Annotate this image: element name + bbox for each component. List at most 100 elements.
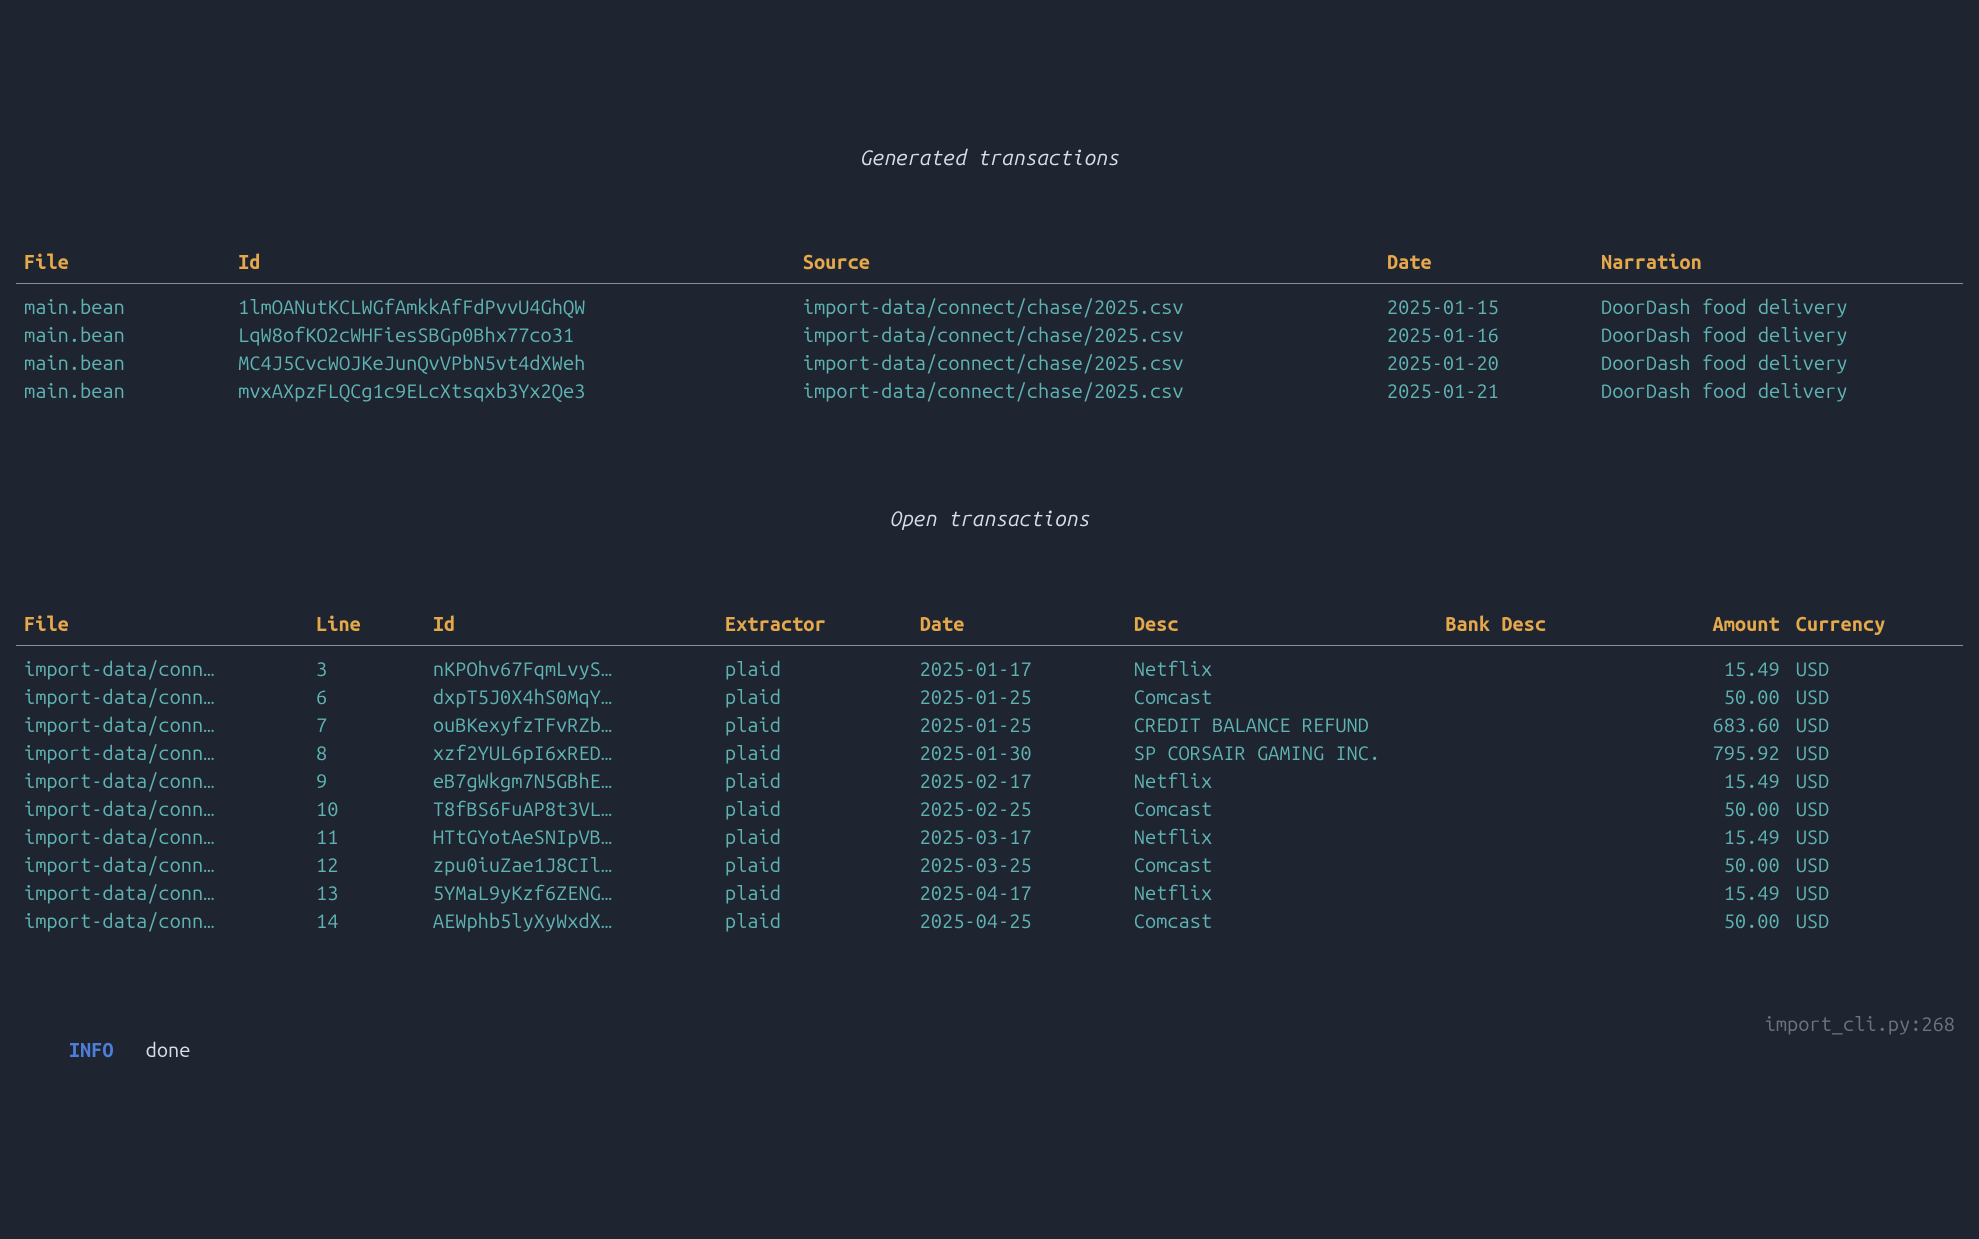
cell-amount: 15.49 — [1632, 767, 1788, 795]
cell-line: 11 — [308, 823, 425, 851]
cell-file: import-data/conn… — [16, 739, 308, 767]
cell-id: zpu0iuZae1J8CIl… — [425, 851, 717, 879]
cell-extractor: plaid — [717, 823, 912, 851]
cell-amount: 50.00 — [1632, 795, 1788, 823]
table-header-row: File Id Source Date Narration — [16, 247, 1963, 284]
table-row: import-data/conn…9eB7gWkgm7N5GBhE…plaid2… — [16, 767, 1963, 795]
col-narration: Narration — [1593, 247, 1963, 284]
cell-date: 2025-01-30 — [912, 739, 1126, 767]
cell-currency: USD — [1788, 823, 1963, 851]
cell-date: 2025-01-25 — [912, 683, 1126, 711]
table-header-row: File Line Id Extractor Date Desc Bank De… — [16, 609, 1963, 646]
col-extractor: Extractor — [717, 609, 912, 646]
cell-date: 2025-01-25 — [912, 711, 1126, 739]
cell-id: 1lmOANutKCLWGfAmkkAfFdPvvU4GhQW — [230, 284, 795, 322]
cell-currency: USD — [1788, 907, 1963, 935]
cell-id: HTtGYotAeSNIpVB… — [425, 823, 717, 851]
cell-date: 2025-01-15 — [1379, 284, 1593, 322]
col-file: File — [16, 247, 230, 284]
cell-bank_desc — [1437, 767, 1632, 795]
cell-id: LqW8ofKO2cWHFiesSBGp0Bhx77co31 — [230, 321, 795, 349]
cell-date: 2025-04-25 — [912, 907, 1126, 935]
cell-source: import-data/connect/chase/2025.csv — [795, 321, 1379, 349]
cell-desc: Netflix — [1126, 767, 1438, 795]
table-row: import-data/conn…7ouBKexyfzTFvRZb…plaid2… — [16, 711, 1963, 739]
table-row: main.beanmvxAXpzFLQCg1c9ELcXtsqxb3Yx2Qe3… — [16, 377, 1963, 405]
cell-narration: DoorDash food delivery — [1593, 321, 1963, 349]
cell-id: MC4J5CvcWOJKeJunQvVPbN5vt4dXWeh — [230, 349, 795, 377]
cell-id: eB7gWkgm7N5GBhE… — [425, 767, 717, 795]
cell-date: 2025-02-17 — [912, 767, 1126, 795]
cell-id: dxpT5J0X4hS0MqY… — [425, 683, 717, 711]
cell-id: nKPOhv67FqmLvyS… — [425, 645, 717, 683]
cell-file: import-data/conn… — [16, 907, 308, 935]
col-amount: Amount — [1632, 609, 1788, 646]
cell-desc: Comcast — [1126, 795, 1438, 823]
cell-line: 9 — [308, 767, 425, 795]
cell-line: 12 — [308, 851, 425, 879]
cell-date: 2025-04-17 — [912, 879, 1126, 907]
cell-line: 3 — [308, 645, 425, 683]
cell-desc: Netflix — [1126, 879, 1438, 907]
col-file: File — [16, 609, 308, 646]
cell-amount: 15.49 — [1632, 823, 1788, 851]
cell-bank_desc — [1437, 645, 1632, 683]
cell-date: 2025-03-25 — [912, 851, 1126, 879]
cell-date: 2025-01-16 — [1379, 321, 1593, 349]
cell-bank_desc — [1437, 879, 1632, 907]
cell-extractor: plaid — [717, 645, 912, 683]
table-row: import-data/conn…135YMaL9yKzf6ZENG…plaid… — [16, 879, 1963, 907]
cell-extractor: plaid — [717, 907, 912, 935]
table-row: import-data/conn…3nKPOhv67FqmLvyS…plaid2… — [16, 645, 1963, 683]
cell-bank_desc — [1437, 795, 1632, 823]
generated-transactions-table: File Id Source Date Narration main.bean1… — [16, 247, 1963, 405]
log-source: import_cli.py:268 — [1765, 1011, 1955, 1089]
cell-bank_desc — [1437, 683, 1632, 711]
generated-section-title: Generated transactions — [16, 144, 1963, 171]
cell-line: 10 — [308, 795, 425, 823]
cell-currency: USD — [1788, 739, 1963, 767]
cell-id: mvxAXpzFLQCg1c9ELcXtsqxb3Yx2Qe3 — [230, 377, 795, 405]
cell-bank_desc — [1437, 907, 1632, 935]
cell-date: 2025-01-20 — [1379, 349, 1593, 377]
table-row: main.bean1lmOANutKCLWGfAmkkAfFdPvvU4GhQW… — [16, 284, 1963, 322]
table-row: import-data/conn…8xzf2YUL6pI6xRED…plaid2… — [16, 739, 1963, 767]
cell-line: 7 — [308, 711, 425, 739]
cell-date: 2025-01-21 — [1379, 377, 1593, 405]
cell-id: 5YMaL9yKzf6ZENG… — [425, 879, 717, 907]
cell-bank_desc — [1437, 823, 1632, 851]
cell-extractor: plaid — [717, 767, 912, 795]
cell-amount: 15.49 — [1632, 645, 1788, 683]
cell-file: main.bean — [16, 321, 230, 349]
cell-currency: USD — [1788, 851, 1963, 879]
col-date: Date — [1379, 247, 1593, 284]
cell-currency: USD — [1788, 645, 1963, 683]
col-id: Id — [230, 247, 795, 284]
table-row: import-data/conn…12zpu0iuZae1J8CIl…plaid… — [16, 851, 1963, 879]
cell-source: import-data/connect/chase/2025.csv — [795, 284, 1379, 322]
cell-line: 6 — [308, 683, 425, 711]
cell-id: xzf2YUL6pI6xRED… — [425, 739, 717, 767]
cell-amount: 50.00 — [1632, 907, 1788, 935]
cell-desc: CREDIT BALANCE REFUND — [1126, 711, 1438, 739]
cell-file: import-data/conn… — [16, 645, 308, 683]
cell-amount: 50.00 — [1632, 851, 1788, 879]
cell-file: main.bean — [16, 349, 230, 377]
table-row: import-data/conn…11HTtGYotAeSNIpVB…plaid… — [16, 823, 1963, 851]
cell-extractor: plaid — [717, 683, 912, 711]
table-row: import-data/conn…6dxpT5J0X4hS0MqY…plaid2… — [16, 683, 1963, 711]
open-section-title: Open transactions — [16, 505, 1963, 532]
cell-amount: 50.00 — [1632, 683, 1788, 711]
cell-file: import-data/conn… — [16, 851, 308, 879]
cell-extractor: plaid — [717, 739, 912, 767]
table-row: import-data/conn…10T8fBS6FuAP8t3VL…plaid… — [16, 795, 1963, 823]
cell-desc: Comcast — [1126, 851, 1438, 879]
cell-file: import-data/conn… — [16, 879, 308, 907]
cell-amount: 683.60 — [1632, 711, 1788, 739]
log-message: done — [146, 1038, 191, 1061]
cell-date: 2025-02-25 — [912, 795, 1126, 823]
cell-narration: DoorDash food delivery — [1593, 377, 1963, 405]
col-bank-desc: Bank Desc — [1437, 609, 1632, 646]
cell-bank_desc — [1437, 711, 1632, 739]
cell-id: T8fBS6FuAP8t3VL… — [425, 795, 717, 823]
